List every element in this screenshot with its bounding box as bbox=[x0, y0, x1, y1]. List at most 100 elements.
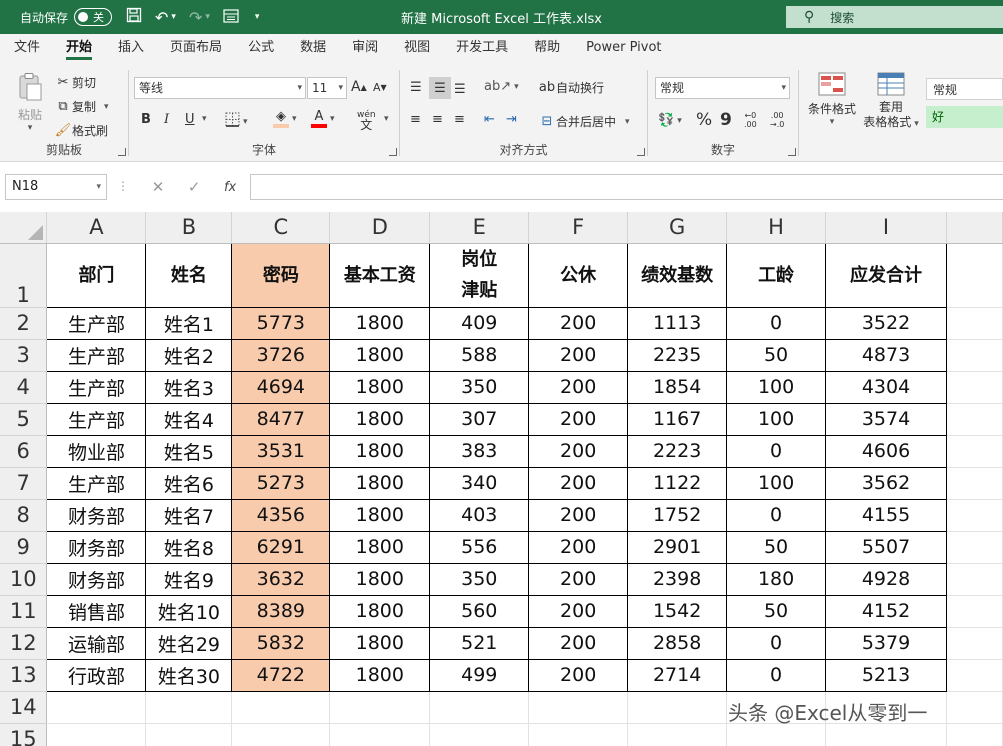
table-cell[interactable]: 4152 bbox=[826, 595, 947, 627]
table-cell[interactable]: 200 bbox=[529, 499, 628, 531]
table-cell[interactable]: 409 bbox=[430, 307, 529, 339]
table-cell[interactable]: 5273 bbox=[232, 467, 330, 499]
autosave-control[interactable]: 自动保存 关 bbox=[20, 8, 112, 26]
column-header-f[interactable]: F bbox=[529, 212, 628, 243]
paste-button[interactable]: 粘贴 ▾ bbox=[12, 72, 48, 133]
table-cell[interactable]: 3522 bbox=[826, 307, 947, 339]
table-cell[interactable]: 生产部 bbox=[47, 403, 146, 435]
format-as-table-button[interactable]: 套用 表格格式▾ bbox=[859, 72, 923, 132]
table-cell[interactable]: 200 bbox=[529, 371, 628, 403]
table-cell[interactable]: 2714 bbox=[628, 659, 727, 691]
table-cell[interactable]: 1800 bbox=[330, 499, 430, 531]
tab-2[interactable]: 插入 bbox=[105, 34, 157, 62]
header-cell[interactable]: 公休 bbox=[529, 243, 628, 307]
bold-button[interactable]: B bbox=[141, 112, 151, 127]
tab-5[interactable]: 数据 bbox=[287, 34, 339, 62]
undo-dropdown-icon[interactable]: ▾ bbox=[171, 12, 176, 22]
table-cell[interactable]: 1752 bbox=[628, 499, 727, 531]
enter-icon[interactable]: ✓ bbox=[188, 178, 201, 196]
phonetic-dropdown-icon[interactable]: ▾ bbox=[381, 114, 389, 124]
empty-cell[interactable] bbox=[330, 723, 430, 746]
autosave-toggle[interactable]: 关 bbox=[74, 8, 112, 26]
align-left-button[interactable]: ≡ bbox=[410, 112, 421, 127]
table-cell[interactable]: 5507 bbox=[826, 531, 947, 563]
row-header[interactable]: 2 bbox=[0, 307, 47, 339]
tab-7[interactable]: 视图 bbox=[391, 34, 443, 62]
formula-bar-grip-icon[interactable]: ⋮ bbox=[117, 179, 129, 193]
table-cell[interactable]: 生产部 bbox=[47, 467, 146, 499]
table-cell[interactable]: 200 bbox=[529, 339, 628, 371]
table-cell[interactable]: 姓名4 bbox=[146, 403, 232, 435]
underline-dropdown-icon[interactable]: ▾ bbox=[199, 114, 207, 124]
empty-cell[interactable] bbox=[727, 723, 826, 746]
table-cell[interactable]: 1800 bbox=[330, 435, 430, 467]
table-cell[interactable]: 0 bbox=[727, 435, 826, 467]
font-size-select[interactable]: 11 ▾ bbox=[307, 77, 347, 99]
table-cell[interactable]: 350 bbox=[430, 563, 529, 595]
save-icon[interactable] bbox=[126, 7, 142, 27]
table-cell[interactable]: 5773 bbox=[232, 307, 330, 339]
empty-cell[interactable] bbox=[430, 691, 529, 723]
table-cell[interactable]: 1800 bbox=[330, 563, 430, 595]
grow-font-button[interactable]: A▲ bbox=[351, 79, 367, 95]
table-cell[interactable]: 588 bbox=[430, 339, 529, 371]
copy-button[interactable]: ⧉ 复制 ▾ bbox=[54, 98, 109, 115]
table-cell[interactable]: 姓名6 bbox=[146, 467, 232, 499]
column-header-d[interactable]: D bbox=[330, 212, 430, 243]
empty-cell[interactable] bbox=[946, 403, 1002, 435]
orientation-button[interactable]: ab↗▾ bbox=[484, 79, 519, 94]
name-box[interactable]: N18 ▾ bbox=[5, 174, 107, 200]
empty-cell[interactable] bbox=[946, 371, 1002, 403]
table-cell[interactable]: 340 bbox=[430, 467, 529, 499]
empty-cell[interactable] bbox=[946, 243, 1002, 307]
column-header-a[interactable]: A bbox=[47, 212, 146, 243]
header-cell[interactable]: 应发合计 bbox=[826, 243, 947, 307]
table-cell[interactable]: 50 bbox=[727, 339, 826, 371]
cancel-icon[interactable]: ✕ bbox=[152, 178, 165, 196]
table-cell[interactable]: 1167 bbox=[628, 403, 727, 435]
column-header-g[interactable]: G bbox=[628, 212, 727, 243]
column-header-e[interactable]: E bbox=[430, 212, 529, 243]
table-cell[interactable]: 2223 bbox=[628, 435, 727, 467]
insert-function-icon[interactable]: fx bbox=[224, 180, 236, 195]
row-header[interactable]: 11 bbox=[0, 595, 47, 627]
table-cell[interactable]: 499 bbox=[430, 659, 529, 691]
decrease-indent-button[interactable]: ⇤ bbox=[484, 112, 495, 127]
table-cell[interactable]: 1800 bbox=[330, 659, 430, 691]
row-header[interactable]: 4 bbox=[0, 371, 47, 403]
italic-button[interactable]: I bbox=[164, 112, 169, 127]
tab-6[interactable]: 审阅 bbox=[339, 34, 391, 62]
table-cell[interactable]: 1122 bbox=[628, 467, 727, 499]
row-header[interactable]: 6 bbox=[0, 435, 47, 467]
column-header-b[interactable]: B bbox=[146, 212, 232, 243]
empty-cell[interactable] bbox=[946, 595, 1002, 627]
table-cell[interactable]: 销售部 bbox=[47, 595, 146, 627]
empty-cell[interactable] bbox=[146, 691, 232, 723]
table-cell[interactable]: 1800 bbox=[330, 627, 430, 659]
empty-cell[interactable] bbox=[330, 691, 430, 723]
empty-cell[interactable] bbox=[946, 339, 1002, 371]
table-cell[interactable]: 100 bbox=[727, 467, 826, 499]
align-middle-button[interactable]: ☰ bbox=[429, 77, 451, 99]
percent-button[interactable]: % bbox=[696, 110, 712, 130]
column-header-c[interactable]: C bbox=[232, 212, 330, 243]
empty-cell[interactable] bbox=[826, 723, 947, 746]
decrease-decimal-button[interactable]: .00→.0 bbox=[770, 111, 784, 129]
table-cell[interactable]: 姓名7 bbox=[146, 499, 232, 531]
table-cell[interactable]: 383 bbox=[430, 435, 529, 467]
underline-button[interactable]: U bbox=[185, 112, 195, 127]
undo-icon[interactable]: ↶ bbox=[155, 8, 168, 27]
column-header-j[interactable] bbox=[946, 212, 1002, 243]
table-cell[interactable]: 财务部 bbox=[47, 563, 146, 595]
row-header[interactable]: 14 bbox=[0, 691, 47, 723]
table-cell[interactable]: 姓名29 bbox=[146, 627, 232, 659]
table-cell[interactable]: 200 bbox=[529, 563, 628, 595]
table-cell[interactable]: 3531 bbox=[232, 435, 330, 467]
table-cell[interactable]: 0 bbox=[727, 659, 826, 691]
row-header[interactable]: 1 bbox=[0, 243, 47, 307]
table-cell[interactable]: 2901 bbox=[628, 531, 727, 563]
merge-center-button[interactable]: ⊟ 合并后居中 ▾ bbox=[538, 113, 630, 130]
empty-cell[interactable] bbox=[47, 723, 146, 746]
row-header[interactable]: 9 bbox=[0, 531, 47, 563]
table-cell[interactable]: 50 bbox=[727, 531, 826, 563]
